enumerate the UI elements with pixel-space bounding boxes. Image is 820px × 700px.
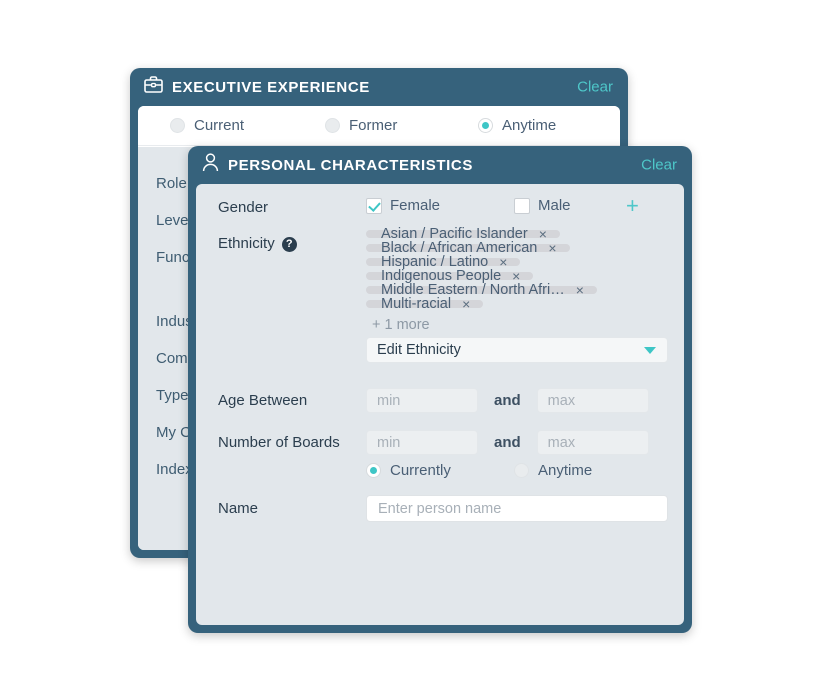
number-of-boards-label: Number of Boards <box>218 434 340 451</box>
age-and-label: and <box>494 392 521 409</box>
radio-currently[interactable]: Currently <box>366 462 514 479</box>
radio-current[interactable]: Current <box>170 117 325 134</box>
briefcase-icon <box>144 76 163 98</box>
radio-anytime-label: Anytime <box>502 117 557 134</box>
radio-former-label: Former <box>349 117 398 134</box>
radio-currently-label: Currently <box>390 462 451 479</box>
edit-ethnicity-select-value: Edit Ethnicity <box>377 342 461 358</box>
ethnicity-tag: Middle Eastern / North Afri… × <box>366 283 597 297</box>
radio-anytime[interactable]: Anytime <box>478 117 556 134</box>
gender-label: Gender <box>218 199 269 216</box>
radio-boards-anytime[interactable]: Anytime <box>514 462 592 479</box>
checkbox-female-indicator <box>366 197 382 214</box>
executive-clear-link[interactable]: Clear <box>577 79 613 96</box>
personal-characteristics-panel: PERSONAL CHARACTERISTICS Clear Gender Fe… <box>188 146 692 633</box>
ethnicity-tag: Multi-racial × <box>366 297 484 311</box>
age-max-input[interactable] <box>536 388 649 413</box>
name-label: Name <box>218 500 259 517</box>
edit-ethnicity-select[interactable]: Edit Ethnicity <box>366 337 668 363</box>
boards-and-label: and <box>494 434 521 451</box>
checkbox-male[interactable]: Male <box>514 197 626 214</box>
ethnicity-label-wrap: Ethnicity ? <box>218 230 366 255</box>
radio-anytime-indicator <box>478 118 493 133</box>
personal-clear-link[interactable]: Clear <box>641 157 677 174</box>
add-gender-button[interactable]: + <box>626 194 639 216</box>
personal-characteristics-header: PERSONAL CHARACTERISTICS Clear <box>188 146 692 184</box>
radio-former[interactable]: Former <box>325 117 478 134</box>
checkbox-male-label: Male <box>538 197 571 214</box>
checkbox-male-indicator <box>514 197 530 214</box>
boards-min-input[interactable] <box>366 430 478 455</box>
ethnicity-tag: Black / African American × <box>366 241 570 255</box>
ethnicity-tag: Indigenous People × <box>366 269 534 283</box>
executive-experience-header: EXECUTIVE EXPERIENCE Clear <box>130 68 628 106</box>
ethnicity-row: Ethnicity ? Asian / Pacific Islander × Bl… <box>218 227 670 363</box>
executive-timeframe-radio-group: Current Former Anytime <box>138 106 620 146</box>
checkbox-female[interactable]: Female <box>366 197 514 214</box>
name-row: Name <box>218 495 670 522</box>
checkbox-female-label: Female <box>390 197 441 214</box>
age-between-row: Age Between and <box>218 387 670 413</box>
ethnicity-tag: Asian / Pacific Islander × <box>366 227 560 241</box>
radio-former-indicator <box>325 118 340 133</box>
boards-timeframe-radio-group: Currently Anytime <box>366 455 670 479</box>
number-of-boards-row: Number of Boards and Currently <box>218 429 670 479</box>
name-input[interactable] <box>366 495 668 522</box>
help-icon[interactable]: ? <box>281 236 297 252</box>
radio-current-indicator <box>170 118 185 133</box>
boards-max-input[interactable] <box>536 430 649 455</box>
person-icon <box>202 153 219 177</box>
personal-characteristics-title: PERSONAL CHARACTERISTICS <box>228 156 473 174</box>
chevron-down-icon <box>644 346 656 354</box>
radio-current-label: Current <box>194 117 245 134</box>
radio-boards-anytime-indicator <box>514 463 529 478</box>
personal-characteristics-body: Gender Female Male + Ethnicity ? Asian /… <box>196 184 684 625</box>
ethnicity-label: Ethnicity <box>218 235 275 252</box>
age-min-input[interactable] <box>366 388 478 413</box>
gender-row: Gender Female Male + <box>218 194 670 219</box>
ethnicity-tag-list: Asian / Pacific Islander × Black / Africa… <box>366 227 670 314</box>
radio-boards-anytime-label: Anytime <box>538 462 593 479</box>
ethnicity-more-link[interactable]: + 1 more <box>372 317 670 333</box>
gender-options: Female Male + <box>366 194 670 216</box>
executive-experience-title: EXECUTIVE EXPERIENCE <box>172 78 370 96</box>
ethnicity-tag: Hispanic / Latino × <box>366 255 521 269</box>
radio-currently-indicator <box>366 463 381 478</box>
age-between-label: Age Between <box>218 392 308 409</box>
